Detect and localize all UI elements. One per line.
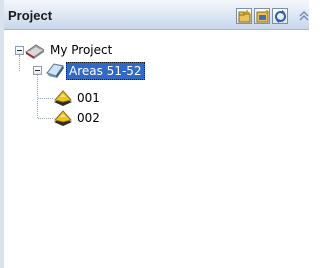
area-layer-icon [54,110,72,126]
tree-node-label: Areas 51-52 [66,62,145,80]
collapse-panel-button[interactable] [298,9,309,23]
tree-node-my-project[interactable]: My Project [4,41,304,61]
add-item-icon [256,10,269,23]
collapse-expander[interactable] [15,46,24,55]
tree-node-002[interactable]: 002 [4,109,304,129]
add-folder-icon [238,10,251,23]
add-item-button[interactable] [254,8,270,24]
add-folder-button[interactable] [236,8,252,24]
project-tree: My Project Areas 51-52 001 002 [4,31,309,268]
tree-node-001[interactable]: 001 [4,89,304,109]
refresh-button[interactable] [272,8,288,24]
area-layer-icon [54,90,72,106]
area-folder-icon [46,63,64,78]
refresh-icon [275,10,286,23]
double-chevron-up-icon [299,10,309,21]
project-panel: Project My Project Areas 51-52 001 002 [0,0,309,268]
tree-node-label: 001 [77,91,100,105]
tree-node-label: 002 [77,111,100,125]
tree-node-label: My Project [50,43,113,57]
tree-node-areas[interactable]: Areas 51-52 [4,61,304,81]
panel-title: Project [8,8,53,23]
panel-titlebar: Project [0,0,309,30]
collapse-expander[interactable] [33,66,42,75]
project-book-icon [25,44,44,59]
